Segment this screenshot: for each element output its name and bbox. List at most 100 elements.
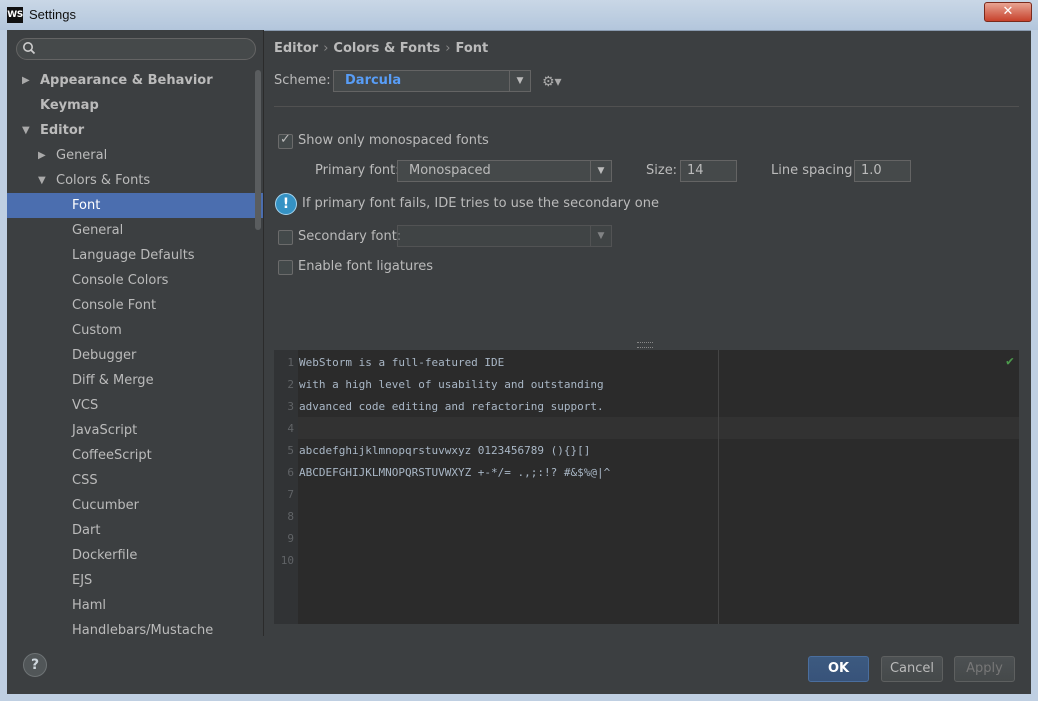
- size-field[interactable]: 14: [680, 160, 737, 182]
- tree-item-font[interactable]: Font: [7, 193, 263, 218]
- tree-item-label: Custom: [72, 323, 122, 338]
- tree-item-cucumber[interactable]: Cucumber: [7, 493, 263, 518]
- secondary-font-checkbox[interactable]: [278, 230, 293, 245]
- tree-item-label: Dockerfile: [72, 548, 138, 563]
- breadcrumb-separator: ›: [445, 41, 451, 56]
- line-number: 7: [287, 488, 294, 501]
- code-line: 3 advanced code editing and refactoring s…: [274, 396, 1019, 418]
- window-frame-right: [1031, 30, 1038, 701]
- tree-item-language-defaults[interactable]: Language Defaults: [7, 243, 263, 268]
- tree-item-general-colors[interactable]: General: [7, 218, 263, 243]
- tree-item-label: Haml: [72, 598, 107, 613]
- settings-search-input[interactable]: [16, 38, 256, 60]
- code-line: 4: [274, 418, 1019, 440]
- help-button[interactable]: ?: [23, 653, 47, 677]
- scheme-value: Darcula: [345, 73, 402, 88]
- line-number: 8: [287, 510, 294, 523]
- tree-item-label: Language Defaults: [72, 248, 195, 263]
- breadcrumb-font: Font: [455, 41, 489, 56]
- fallback-info-text: If primary font fails, IDE tries to use …: [302, 196, 659, 211]
- tree-item-dart[interactable]: Dart: [7, 518, 263, 543]
- tree-item-label: EJS: [72, 573, 93, 588]
- tree-item-custom[interactable]: Custom: [7, 318, 263, 343]
- tree-item-console-font[interactable]: Console Font: [7, 293, 263, 318]
- chevron-down-icon[interactable]: ▼: [590, 161, 611, 181]
- window-frame-left: [0, 30, 7, 701]
- window-title: Settings: [29, 7, 76, 22]
- tree-item-vcs[interactable]: VCS: [7, 393, 263, 418]
- tree-item-debugger[interactable]: Debugger: [7, 343, 263, 368]
- font-ligatures-label: Enable font ligatures: [298, 259, 434, 274]
- code-line: 6 ABCDEFGHIJKLMNOPQRSTUVWXYZ +-*/= .,;:!?…: [274, 462, 1019, 484]
- chevron-down-icon[interactable]: ▼: [590, 226, 611, 246]
- collapse-arrow-icon[interactable]: ▼: [38, 168, 46, 193]
- tree-item-label: Colors & Fonts: [56, 173, 151, 188]
- scheme-combobox[interactable]: Darcula ▼: [333, 70, 531, 92]
- collapse-arrow-icon[interactable]: ▼: [22, 118, 30, 143]
- tree-item-ejs[interactable]: EJS: [7, 568, 263, 593]
- primary-font-value: Monospaced: [409, 163, 491, 178]
- sidebar-scrollbar[interactable]: [255, 70, 261, 230]
- code-line: 7: [274, 484, 1019, 506]
- tree-item-label: Appearance & Behavior: [40, 73, 213, 88]
- settings-sidebar: ▶ Appearance & Behavior Keymap ▼ Editor …: [7, 30, 264, 636]
- breadcrumb-editor: Editor: [274, 41, 319, 56]
- monospaced-only-checkbox[interactable]: [278, 132, 293, 149]
- tree-item-label: Font: [72, 198, 101, 213]
- tree-item-colors-fonts[interactable]: ▼ Colors & Fonts: [7, 168, 263, 193]
- expand-arrow-icon[interactable]: ▶: [22, 68, 30, 93]
- secondary-font-combobox[interactable]: ▼: [397, 225, 612, 247]
- tree-item-css[interactable]: CSS: [7, 468, 263, 493]
- line-number: 6: [287, 466, 294, 479]
- code-text: with a high level of usability and outst…: [299, 378, 604, 391]
- apply-button[interactable]: Apply: [954, 656, 1015, 682]
- code-line: 8: [274, 506, 1019, 528]
- tree-item-label: Diff & Merge: [72, 373, 154, 388]
- gear-icon[interactable]: ⚙▾: [542, 74, 562, 90]
- font-preview-editor[interactable]: 1 WebStorm is a full-featured IDE 2 with a…: [274, 350, 1019, 624]
- tree-item-label: VCS: [72, 398, 99, 413]
- tree-item-keymap[interactable]: Keymap: [7, 93, 263, 118]
- tree-item-label: Dart: [72, 523, 101, 538]
- code-text: ABCDEFGHIJKLMNOPQRSTUVWXYZ +-*/= .,;:!? …: [299, 466, 611, 479]
- line-spacing-field[interactable]: 1.0: [854, 160, 911, 182]
- tree-item-javascript[interactable]: JavaScript: [7, 418, 263, 443]
- inspection-ok-icon: ✔: [1006, 354, 1014, 369]
- font-ligatures-checkbox[interactable]: [278, 260, 293, 275]
- line-spacing-label: Line spacing:: [771, 163, 857, 178]
- tree-item-editor[interactable]: ▼ Editor: [7, 118, 263, 143]
- code-text: abcdefghijklmnopqrstuvwxyz 0123456789 ()…: [299, 444, 591, 457]
- settings-tree: ▶ Appearance & Behavior Keymap ▼ Editor …: [7, 68, 263, 636]
- cancel-button[interactable]: Cancel: [881, 656, 943, 682]
- tree-item-haml[interactable]: Haml: [7, 593, 263, 618]
- tree-item-label: Handlebars/Mustache: [72, 623, 214, 636]
- breadcrumb: Editor › Colors & Fonts › Font: [274, 41, 488, 56]
- splitter-handle[interactable]: [637, 342, 653, 348]
- chevron-down-icon[interactable]: ▼: [509, 71, 530, 91]
- tree-item-dockerfile[interactable]: Dockerfile: [7, 543, 263, 568]
- tree-item-general[interactable]: ▶ General: [7, 143, 263, 168]
- code-text: advanced code editing and refactoring su…: [299, 400, 604, 413]
- line-number: 9: [287, 532, 294, 545]
- tree-item-label: CoffeeScript: [72, 448, 152, 463]
- code-line: 9: [274, 528, 1019, 550]
- code-line: 10: [274, 550, 1019, 572]
- ok-button[interactable]: OK: [808, 656, 869, 682]
- tree-item-label: General: [56, 148, 108, 163]
- line-number: 10: [280, 554, 294, 567]
- primary-font-combobox[interactable]: Monospaced ▼: [397, 160, 612, 182]
- tree-item-appearance-behavior[interactable]: ▶ Appearance & Behavior: [7, 68, 263, 93]
- tree-item-handlebars-mustache[interactable]: Handlebars/Mustache: [7, 618, 263, 636]
- tree-item-diff-merge[interactable]: Diff & Merge: [7, 368, 263, 393]
- breadcrumb-colors-fonts: Colors & Fonts: [333, 41, 441, 56]
- size-label: Size:: [646, 163, 678, 178]
- line-number: 5: [287, 444, 294, 457]
- window-close-button[interactable]: ✕: [984, 2, 1032, 22]
- tree-item-coffeescript[interactable]: CoffeeScript: [7, 443, 263, 468]
- tree-item-console-colors[interactable]: Console Colors: [7, 268, 263, 293]
- window-frame-bottom: [0, 694, 1038, 701]
- tree-item-label: CSS: [72, 473, 98, 488]
- tree-item-label: Debugger: [72, 348, 137, 363]
- breadcrumb-separator: ›: [323, 41, 329, 56]
- expand-arrow-icon[interactable]: ▶: [38, 143, 46, 168]
